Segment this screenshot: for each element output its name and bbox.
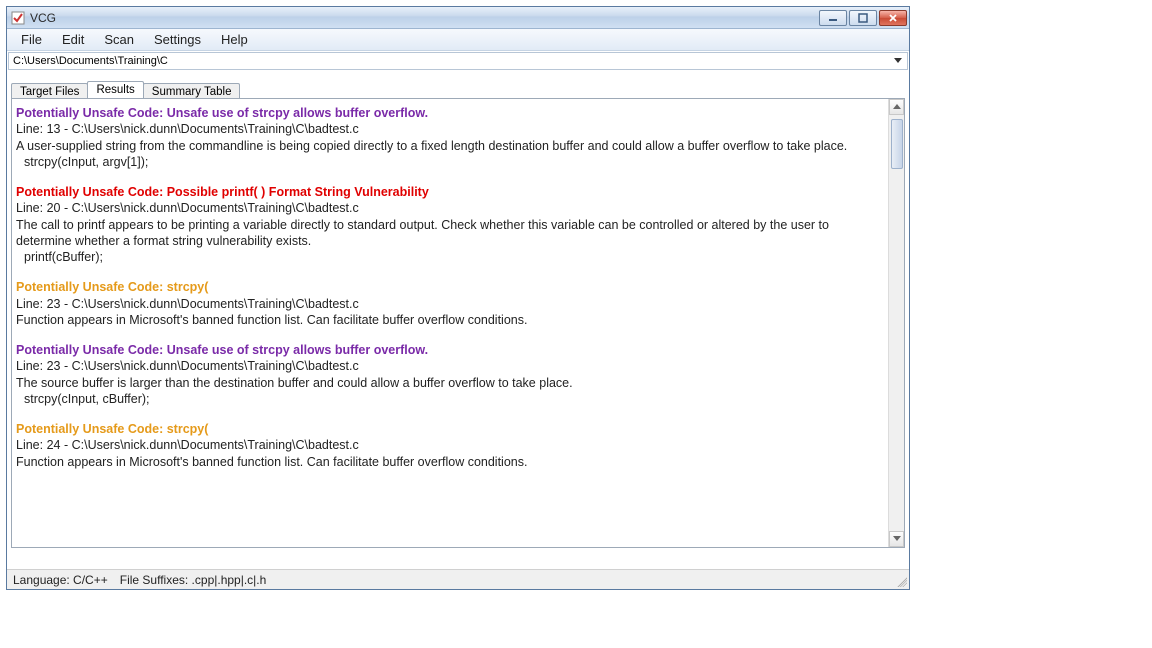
results-content[interactable]: Potentially Unsafe Code: Unsafe use of s… [12, 99, 888, 547]
path-combo[interactable]: C:\Users\Documents\Training\C [8, 52, 908, 70]
finding-title: Potentially Unsafe Code: strcpy( [16, 279, 882, 295]
results-panel: Potentially Unsafe Code: Unsafe use of s… [11, 98, 905, 548]
tab-summary-table[interactable]: Summary Table [143, 83, 241, 99]
finding-description: Function appears in Microsoft's banned f… [16, 312, 882, 328]
scroll-down-icon[interactable] [889, 531, 904, 547]
window-controls [819, 10, 907, 26]
resize-grip-icon[interactable] [895, 575, 907, 587]
minimize-button[interactable] [819, 10, 847, 26]
finding-location: Line: 23 - C:\Users\nick.dunn\Documents\… [16, 358, 882, 374]
finding-description: The call to printf appears to be printin… [16, 217, 882, 250]
app-icon [11, 11, 25, 25]
menu-bar: File Edit Scan Settings Help [7, 29, 909, 51]
status-language: Language: C/C++ [13, 573, 108, 587]
finding-code-snippet: strcpy(cInput, cBuffer); [16, 391, 882, 407]
finding-title: Potentially Unsafe Code: Unsafe use of s… [16, 105, 882, 121]
status-suffixes: File Suffixes: .cpp|.hpp|.c|.h [120, 573, 267, 587]
finding-location: Line: 20 - C:\Users\nick.dunn\Documents\… [16, 200, 882, 216]
finding-title: Potentially Unsafe Code: Possible printf… [16, 184, 882, 200]
finding-location: Line: 13 - C:\Users\nick.dunn\Documents\… [16, 121, 882, 137]
close-button[interactable] [879, 10, 907, 26]
finding-description: A user-supplied string from the commandl… [16, 138, 882, 154]
menu-edit[interactable]: Edit [52, 29, 94, 50]
tab-strip: Target Files Results Summary Table [11, 78, 905, 98]
menu-scan[interactable]: Scan [94, 29, 144, 50]
path-text: C:\Users\Documents\Training\C [11, 55, 891, 67]
finding-item[interactable]: Potentially Unsafe Code: strcpy(Line: 23… [16, 279, 882, 328]
finding-item[interactable]: Potentially Unsafe Code: Unsafe use of s… [16, 105, 882, 170]
finding-description: The source buffer is larger than the des… [16, 375, 882, 391]
tab-results[interactable]: Results [87, 81, 143, 98]
menu-file[interactable]: File [11, 29, 52, 50]
finding-title: Potentially Unsafe Code: strcpy( [16, 421, 882, 437]
finding-location: Line: 23 - C:\Users\nick.dunn\Documents\… [16, 296, 882, 312]
vcg-window: VCG File Edit Scan Settings Help C:\User… [6, 6, 910, 590]
chevron-down-icon[interactable] [891, 58, 905, 64]
finding-item[interactable]: Potentially Unsafe Code: Possible printf… [16, 184, 882, 265]
title-bar[interactable]: VCG [7, 7, 909, 29]
finding-location: Line: 24 - C:\Users\nick.dunn\Documents\… [16, 437, 882, 453]
finding-item[interactable]: Potentially Unsafe Code: strcpy(Line: 24… [16, 421, 882, 470]
menu-settings[interactable]: Settings [144, 29, 211, 50]
finding-code-snippet: printf(cBuffer); [16, 249, 882, 265]
finding-description: Function appears in Microsoft's banned f… [16, 454, 882, 470]
vertical-scrollbar[interactable] [888, 99, 904, 547]
scrollbar-thumb[interactable] [891, 119, 903, 169]
finding-code-snippet: strcpy(cInput, argv[1]); [16, 154, 882, 170]
maximize-button[interactable] [849, 10, 877, 26]
menu-help[interactable]: Help [211, 29, 258, 50]
finding-item[interactable]: Potentially Unsafe Code: Unsafe use of s… [16, 342, 882, 407]
window-title: VCG [30, 11, 819, 25]
scroll-up-icon[interactable] [889, 99, 904, 115]
tab-target-files[interactable]: Target Files [11, 83, 88, 99]
finding-title: Potentially Unsafe Code: Unsafe use of s… [16, 342, 882, 358]
status-bar: Language: C/C++ File Suffixes: .cpp|.hpp… [7, 569, 909, 589]
